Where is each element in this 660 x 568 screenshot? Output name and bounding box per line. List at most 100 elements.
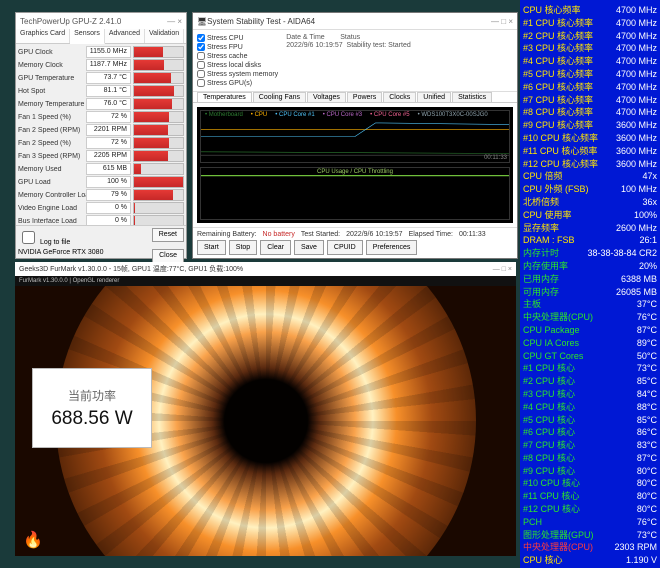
stat-row: #3 CPU 核心频率4700 MHz bbox=[523, 42, 657, 55]
aida-buttons: StartStopClearSaveCPUIDPreferences bbox=[197, 240, 513, 255]
stress-checks: Stress CPUStress FPUStress cacheStress l… bbox=[197, 34, 278, 87]
gpuz-window: TechPowerUp GPU-Z 2.41.0— × Graphics Car… bbox=[15, 12, 187, 259]
gpu-name: NVIDIA GeForce RTX 3080 bbox=[18, 249, 103, 263]
stats-panel: CPU 核心频率4700 MHz#1 CPU 核心频率4700 MHz#2 CP… bbox=[520, 0, 660, 568]
stat-row: #8 CPU 核心87°C bbox=[523, 452, 657, 465]
stat-row: #12 CPU 核心80°C bbox=[523, 503, 657, 516]
clear-button[interactable]: Clear bbox=[260, 240, 291, 255]
aida-tab[interactable]: Powers bbox=[347, 92, 382, 102]
stat-row: 图形处理器(GPU)73°C bbox=[523, 529, 657, 542]
aida-tabs: TemperaturesCooling FansVoltagesPowersCl… bbox=[193, 92, 517, 103]
stat-row: CPU 核心1.190 V bbox=[523, 554, 657, 567]
aida-tab[interactable]: Clocks bbox=[383, 92, 416, 102]
stress-check[interactable]: Stress local disks bbox=[197, 61, 278, 69]
aida-title[interactable]: 🖥 System Stability Test - AIDA64— □ × bbox=[193, 13, 517, 30]
stat-row: 已用内存6388 MB bbox=[523, 273, 657, 286]
stat-row: DRAM : FSB26:1 bbox=[523, 234, 657, 247]
power-value: 688.56 W bbox=[51, 408, 132, 430]
stat-row: #2 CPU 核心频率4700 MHz bbox=[523, 30, 657, 43]
stat-row: CPU Package87°C bbox=[523, 324, 657, 337]
stat-row: 内存计时38-38-38-84 CR2 bbox=[523, 247, 657, 260]
stat-row: 北桥倍频36x bbox=[523, 196, 657, 209]
stress-check[interactable]: Stress cache bbox=[197, 52, 278, 60]
furmark-subtitle: FurMark v1.30.0.0 | OpenGL renderer bbox=[15, 276, 516, 286]
power-overlay: 当前功率 688.56 W bbox=[32, 368, 152, 448]
gpuz-tab[interactable]: Advanced bbox=[105, 29, 145, 43]
sensor-row: Bus Interface Load0 % bbox=[18, 215, 184, 225]
stat-row: CPU IA Cores89°C bbox=[523, 337, 657, 350]
sensor-row: Memory Clock1187.7 MHz bbox=[18, 59, 184, 71]
stat-row: #6 CPU 核心86°C bbox=[523, 426, 657, 439]
stat-row: #10 CPU 核心80°C bbox=[523, 477, 657, 490]
furmark-title[interactable]: Geeks3D FurMark v1.30.0.0 - 15帧, GPU1 温度… bbox=[15, 262, 516, 276]
stat-row: CPU 核心频率4700 MHz bbox=[523, 4, 657, 17]
stress-check[interactable]: Stress FPU bbox=[197, 43, 278, 51]
stat-row: #9 CPU 核心80°C bbox=[523, 465, 657, 478]
temp-chart: • Motherboard• CPU• CPU Core #1• CPU Cor… bbox=[200, 110, 510, 163]
stress-check[interactable]: Stress GPU(s) bbox=[197, 79, 278, 87]
sensor-row: Memory Used615 MB bbox=[18, 163, 184, 175]
reset-button[interactable]: Reset bbox=[152, 228, 184, 242]
stat-row: #1 CPU 核心频率4700 MHz bbox=[523, 17, 657, 30]
stat-row: #4 CPU 核心频率4700 MHz bbox=[523, 55, 657, 68]
close-button[interactable]: Close bbox=[152, 249, 184, 263]
stat-row: CPU GT Cores50°C bbox=[523, 350, 657, 363]
stat-row: #7 CPU 核心83°C bbox=[523, 439, 657, 452]
sensor-row: Memory Controller Load79 % bbox=[18, 189, 184, 201]
log-checkbox[interactable]: Log to file bbox=[18, 228, 70, 247]
stat-row: 主板37°C bbox=[523, 298, 657, 311]
stat-row: #10 CPU 核心频率3600 MHz bbox=[523, 132, 657, 145]
usage-chart: CPU Usage / CPU Throttling bbox=[200, 167, 510, 220]
stat-row: 中央处理器(CPU)76°C bbox=[523, 311, 657, 324]
stat-row: 内存使用率20% bbox=[523, 260, 657, 273]
stat-row: #7 CPU 核心频率4700 MHz bbox=[523, 94, 657, 107]
stat-row: #5 CPU 核心频率4700 MHz bbox=[523, 68, 657, 81]
gpuz-rows: GPU Clock1155.0 MHzMemory Clock1187.7 MH… bbox=[16, 44, 186, 225]
gpuz-tab[interactable]: Graphics Card bbox=[16, 29, 70, 43]
stat-row: #11 CPU 核心80°C bbox=[523, 490, 657, 503]
aida-tab[interactable]: Temperatures bbox=[197, 92, 252, 102]
aida-tab[interactable]: Unified bbox=[417, 92, 451, 102]
sensor-row: GPU Clock1155.0 MHz bbox=[18, 46, 184, 58]
save-button[interactable]: Save bbox=[294, 240, 324, 255]
stat-row: #1 CPU 核心73°C bbox=[523, 362, 657, 375]
stat-row: #12 CPU 核心频率3600 MHz bbox=[523, 158, 657, 171]
stat-row: 可用内存26085 MB bbox=[523, 286, 657, 299]
gpuz-tabs: Graphics CardSensorsAdvancedValidation bbox=[16, 29, 186, 44]
stress-check[interactable]: Stress CPU bbox=[197, 34, 278, 42]
stat-row: #8 CPU 核心频率4700 MHz bbox=[523, 106, 657, 119]
aida-tab[interactable]: Statistics bbox=[452, 92, 492, 102]
preferences-button[interactable]: Preferences bbox=[366, 240, 418, 255]
stat-row: 显存频率2600 MHz bbox=[523, 222, 657, 235]
start-button[interactable]: Start bbox=[197, 240, 226, 255]
sensor-row: Fan 2 Speed (%)72 % bbox=[18, 137, 184, 149]
stop-button[interactable]: Stop bbox=[229, 240, 257, 255]
aida-info: Date & Time Status 2022/9/6 10:19:57 Sta… bbox=[286, 34, 513, 87]
aida-tab[interactable]: Cooling Fans bbox=[253, 92, 306, 102]
stat-row: CPU 倍频47x bbox=[523, 170, 657, 183]
stat-row: #9 CPU 核心频率3600 MHz bbox=[523, 119, 657, 132]
aida-window: 🖥 System Stability Test - AIDA64— □ × St… bbox=[192, 12, 518, 259]
gpuz-tab[interactable]: Validation bbox=[145, 29, 184, 43]
gpuz-tab[interactable]: Sensors bbox=[70, 29, 105, 44]
stat-row: PCH76°C bbox=[523, 516, 657, 529]
power-label: 当前功率 bbox=[68, 387, 116, 404]
stat-row: #2 CPU 核心85°C bbox=[523, 375, 657, 388]
cpuid-button[interactable]: CPUID bbox=[327, 240, 363, 255]
aida-tab[interactable]: Voltages bbox=[307, 92, 346, 102]
sensor-row: Fan 3 Speed (RPM)2205 RPM bbox=[18, 150, 184, 162]
sensor-row: GPU Temperature73.7 °C bbox=[18, 72, 184, 84]
sensor-row: Video Engine Load0 % bbox=[18, 202, 184, 214]
sensor-row: GPU Load100 % bbox=[18, 176, 184, 188]
sensor-row: Memory Temperature76.0 °C bbox=[18, 98, 184, 110]
sensor-row: Fan 2 Speed (RPM)2201 RPM bbox=[18, 124, 184, 136]
gpuz-title[interactable]: TechPowerUp GPU-Z 2.41.0— × bbox=[16, 13, 186, 29]
stat-row: #4 CPU 核心88°C bbox=[523, 401, 657, 414]
stat-row: CPU 外频 (FSB)100 MHz bbox=[523, 183, 657, 196]
stat-row: #6 CPU 核心频率4700 MHz bbox=[523, 81, 657, 94]
stat-row: #3 CPU 核心84°C bbox=[523, 388, 657, 401]
sensor-row: Fan 1 Speed (%)72 % bbox=[18, 111, 184, 123]
stress-check[interactable]: Stress system memory bbox=[197, 70, 278, 78]
stat-row: 中央处理器(CPU)2303 RPM bbox=[523, 541, 657, 554]
stat-row: #11 CPU 核心频率3600 MHz bbox=[523, 145, 657, 158]
